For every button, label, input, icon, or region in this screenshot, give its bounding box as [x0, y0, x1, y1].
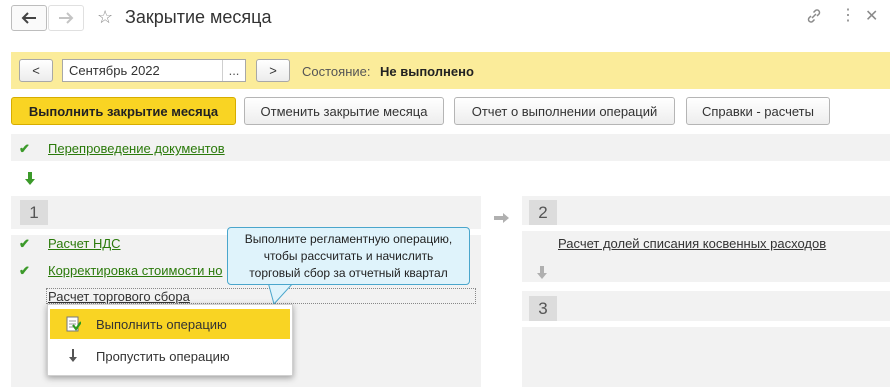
next-period-button[interactable]: > — [256, 59, 290, 82]
arrow-down-icon — [50, 349, 96, 363]
menu-item-label: Выполнить операцию — [96, 316, 227, 332]
vat-calc-link[interactable]: Расчет НДС — [48, 236, 121, 251]
period-value[interactable]: Сентябрь 2022 — [63, 63, 222, 78]
tooltip-line: чтобы рассчитать и начислить — [263, 249, 434, 263]
arrow-left-icon — [21, 12, 36, 24]
block-2-number: 2 — [529, 200, 557, 225]
forward-button[interactable] — [48, 5, 84, 31]
cancel-closing-button[interactable]: Отменить закрытие месяца — [244, 97, 444, 125]
arrow-down-icon — [537, 266, 547, 283]
check-icon: ✔ — [19, 141, 30, 156]
arrow-down-icon — [25, 172, 35, 189]
period-select-button[interactable]: ... — [222, 60, 245, 81]
hint-tooltip: Выполните регламентную операцию, чтобы р… — [227, 227, 470, 285]
check-icon: ✔ — [19, 263, 30, 278]
close-icon[interactable]: ✕ — [865, 6, 878, 26]
prev-period-button[interactable]: < — [19, 59, 53, 82]
menu-item-execute[interactable]: Выполнить операцию — [50, 309, 290, 339]
check-icon: ✔ — [19, 236, 30, 251]
block-3-number: 3 — [529, 296, 557, 321]
status-value: Не выполнено — [380, 64, 474, 79]
block-3 — [522, 291, 890, 387]
link-icon[interactable] — [806, 8, 822, 29]
tooltip-pointer — [267, 282, 295, 306]
period-field[interactable]: Сентябрь 2022 ... — [62, 59, 246, 82]
block-divider — [522, 225, 890, 231]
arrow-right-icon — [494, 211, 510, 226]
menu-item-label: Пропустить операцию — [96, 348, 230, 364]
help-calculations-button[interactable]: Справки - расчеты — [686, 97, 830, 125]
cost-correction-link[interactable]: Корректировка стоимости но — [48, 263, 228, 278]
more-icon[interactable]: ⋮ — [840, 5, 856, 25]
block-1-number: 1 — [20, 200, 48, 225]
page-title: Закрытие месяца — [125, 7, 272, 27]
block-divider — [522, 321, 890, 327]
run-closing-button[interactable]: Выполнить закрытие месяца — [11, 97, 236, 125]
operations-report-button[interactable]: Отчет о выполнении операций — [454, 97, 675, 125]
star-icon[interactable]: ☆ — [97, 7, 113, 28]
arrow-right-icon — [59, 12, 74, 24]
menu-item-skip[interactable]: Пропустить операцию — [50, 341, 290, 371]
tooltip-line: Выполните регламентную операцию, — [244, 232, 453, 246]
tooltip-line: торговый сбор за отчетный квартал — [249, 266, 448, 280]
repost-link[interactable]: Перепроведение документов — [48, 141, 225, 156]
trade-fee-link[interactable]: Расчет торгового сбора — [48, 289, 190, 304]
status-label: Состояние: — [302, 64, 371, 79]
context-menu: Выполнить операцию Пропустить операцию — [47, 304, 293, 376]
execute-document-icon — [50, 316, 96, 332]
back-button[interactable] — [11, 5, 47, 31]
indirect-costs-link[interactable]: Расчет долей списания косвенных расходов — [558, 236, 826, 251]
